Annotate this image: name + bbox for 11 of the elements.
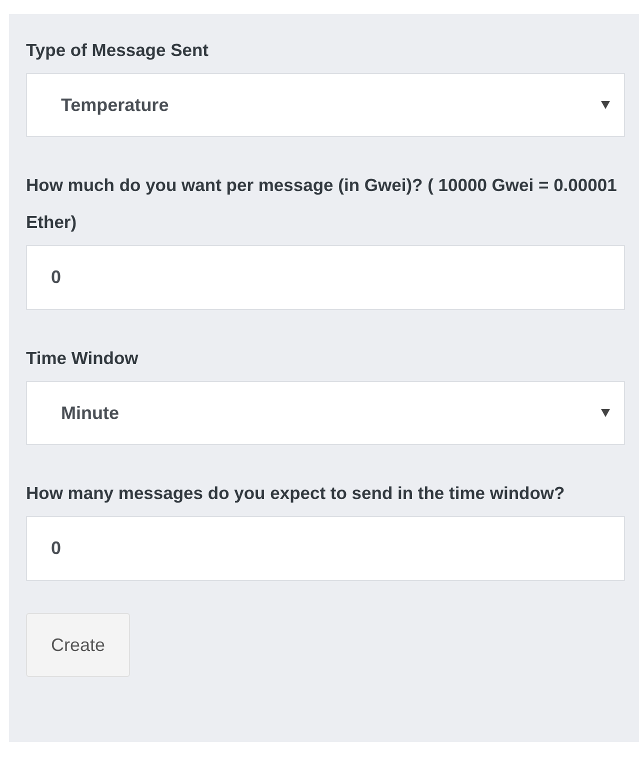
- caret-icon: [601, 409, 610, 417]
- input-field[interactable]: 0: [26, 516, 625, 581]
- field-label: Type of Message Sent: [26, 39, 210, 62]
- field-label: Time Window: [26, 347, 140, 370]
- field-label: How much do you want per message (in Gwei)? ( 10000 Gwei = 0.00001 Ether): [26, 174, 618, 234]
- field-label: How many messages do you expect to send in the time window?: [26, 482, 566, 505]
- input-field[interactable]: 0: [26, 245, 625, 310]
- dropdown[interactable]: Temperature: [26, 73, 625, 137]
- dropdown[interactable]: Minute: [26, 381, 625, 445]
- create-button[interactable]: Create: [26, 613, 130, 677]
- caret-icon: [601, 101, 610, 109]
